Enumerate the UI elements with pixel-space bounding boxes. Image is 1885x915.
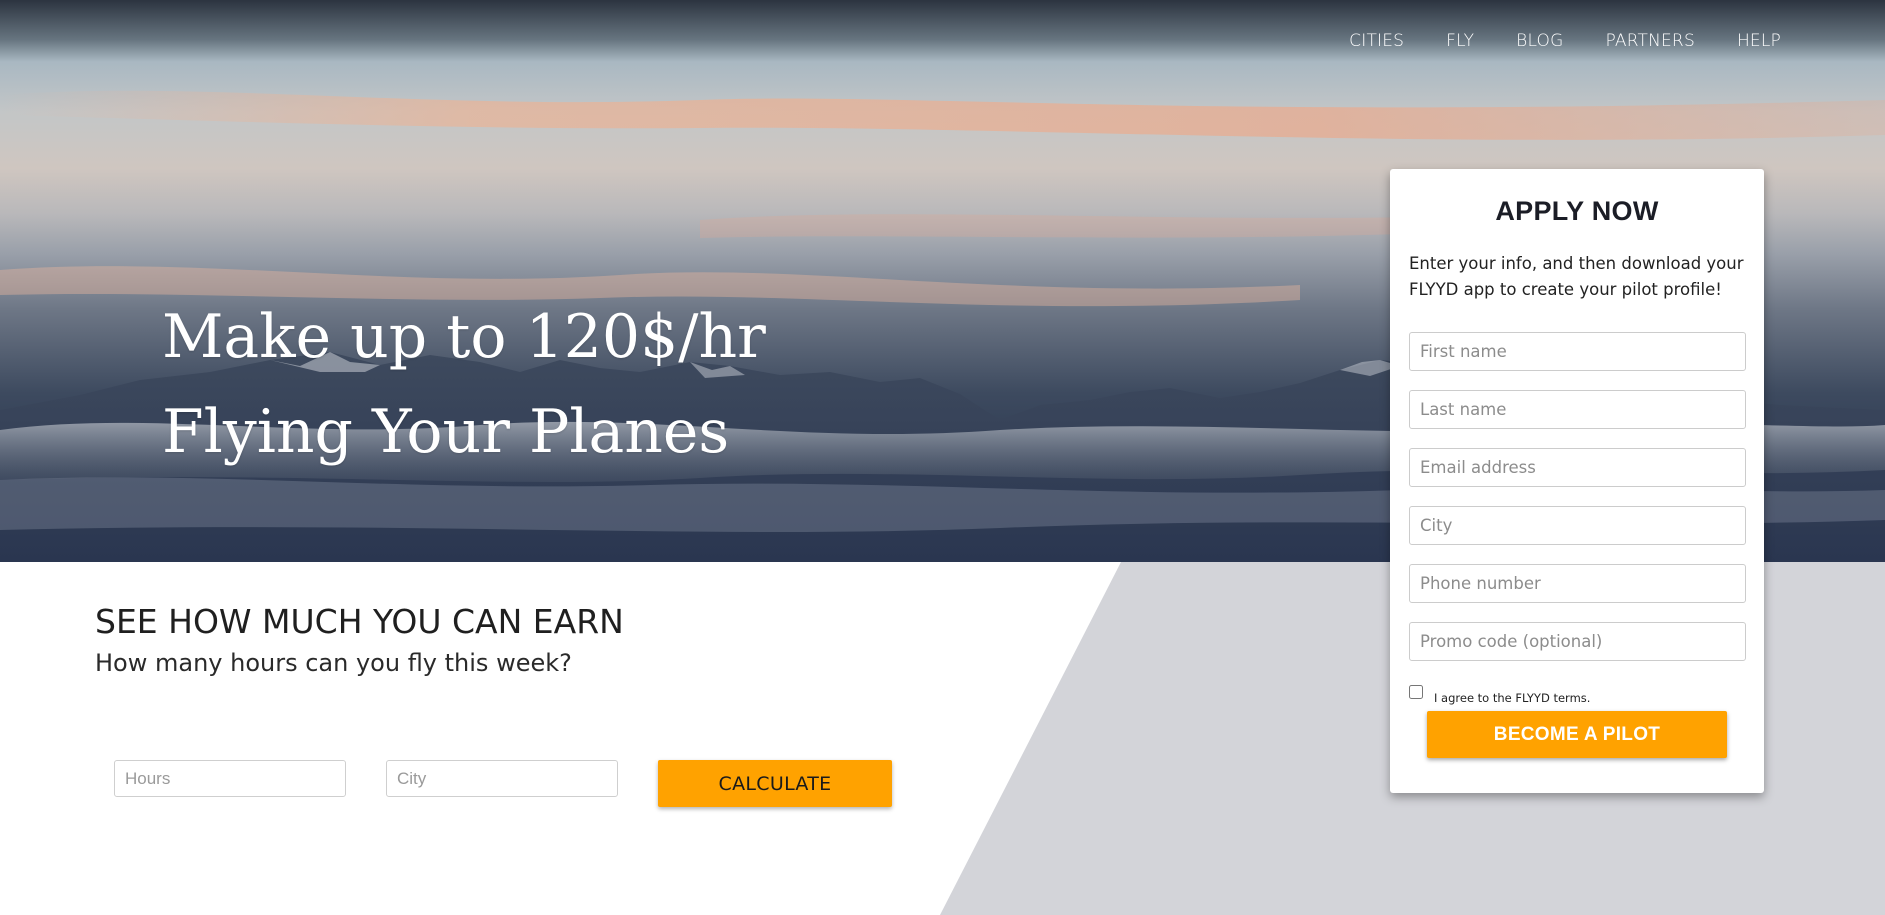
top-navigation: CITIES FLY BLOG PARTNERS HELP xyxy=(1307,31,1781,51)
earnings-calculator-heading-block: SEE HOW MUCH YOU CAN EARN How many hours… xyxy=(95,602,624,677)
terms-agreement: I agree to the FLYYD terms. xyxy=(1409,685,1745,705)
apply-now-card: APPLY NOW Enter your info, and then down… xyxy=(1390,169,1764,793)
earnings-heading: SEE HOW MUCH YOU CAN EARN xyxy=(95,602,624,641)
phone-number-field[interactable] xyxy=(1409,564,1746,603)
nav-link-help[interactable]: HELP xyxy=(1737,31,1781,51)
first-name-field[interactable] xyxy=(1409,332,1746,371)
apply-now-intro: Enter your info, and then download your … xyxy=(1409,254,1744,299)
nav-link-blog[interactable]: BLOG xyxy=(1516,31,1563,51)
city-field[interactable] xyxy=(1409,506,1746,545)
apply-form-fields xyxy=(1409,332,1746,661)
terms-label[interactable]: I agree to the FLYYD terms. xyxy=(1434,691,1590,705)
terms-checkbox[interactable] xyxy=(1409,685,1423,699)
hero-headline: Make up to 120$/hr Flying Your Planes xyxy=(162,290,882,480)
hero-headline-line-1: Make up to 120$/hr xyxy=(162,302,766,372)
become-a-pilot-button[interactable]: BECOME A PILOT xyxy=(1427,711,1727,758)
nav-link-fly[interactable]: FLY xyxy=(1446,31,1474,51)
nav-link-partners[interactable]: PARTNERS xyxy=(1606,31,1695,51)
last-name-field[interactable] xyxy=(1409,390,1746,429)
email-field[interactable] xyxy=(1409,448,1746,487)
calculate-button[interactable]: CALCULATE xyxy=(658,760,892,807)
calculator-city-input[interactable] xyxy=(386,760,618,797)
earnings-subheading: How many hours can you fly this week? xyxy=(95,649,572,677)
hours-input[interactable] xyxy=(114,760,346,797)
nav-link-cities[interactable]: CITIES xyxy=(1349,31,1404,51)
apply-now-title: APPLY NOW xyxy=(1495,196,1659,226)
hero-headline-line-2: Flying Your Planes xyxy=(162,397,730,467)
promo-code-field[interactable] xyxy=(1409,622,1746,661)
